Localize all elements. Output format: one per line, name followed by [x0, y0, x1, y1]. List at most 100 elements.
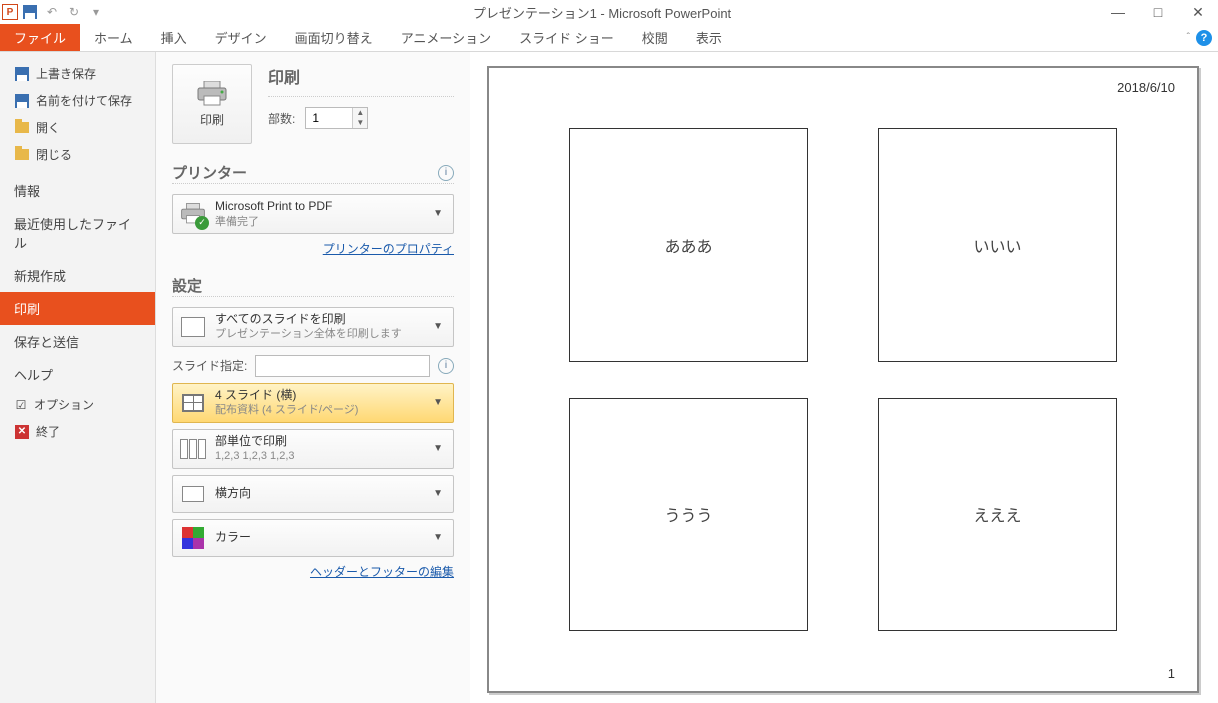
close-button[interactable]: ✕ [1178, 0, 1218, 24]
sidebar-saveas[interactable]: 名前を付けて保存 [0, 87, 155, 114]
spin-down-icon[interactable]: ▼ [353, 118, 367, 128]
sidebar-item-label: 情報 [14, 181, 40, 200]
separator [268, 96, 454, 97]
chevron-down-icon: ▼ [429, 321, 447, 332]
printer-name: Microsoft Print to PDF [215, 199, 421, 215]
sidebar-item-label: ヘルプ [14, 365, 53, 384]
print-range-dropdown[interactable]: すべてのスライドを印刷 プレゼンテーション全体を印刷します ▼ [172, 307, 454, 347]
backstage: 上書き保存 名前を付けて保存 開く 閉じる 情報 最近使用したファイル 新規作成… [0, 52, 1218, 703]
handout-4-icon [179, 389, 207, 417]
header-footer-link[interactable]: ヘッダーとフッターの編集 [310, 565, 454, 579]
slide-spec-label: スライド指定: [172, 357, 247, 374]
chevron-down-icon: ▼ [429, 397, 447, 408]
sidebar-item-label: 開く [36, 119, 60, 136]
sidebar-new[interactable]: 新規作成 [0, 259, 155, 292]
preview-page: 2018/6/10 1 あああ いいい ううう えええ [487, 66, 1199, 693]
orientation-value: 横方向 [215, 486, 421, 502]
help-icon[interactable]: ? [1196, 30, 1212, 46]
copies-input[interactable] [306, 111, 352, 125]
qat: P ↶ ↻ ▾ [0, 2, 106, 22]
tab-slideshow[interactable]: スライド ショー [505, 24, 628, 51]
collate-icon [179, 435, 207, 463]
sidebar-item-label: 終了 [36, 423, 60, 440]
slide-thumb: いいい [878, 128, 1117, 362]
print-panel: 印刷 印刷 部数: ▲▼ プリンター i ✓ [156, 52, 470, 703]
copies-label: 部数: [268, 110, 295, 127]
printer-icon [196, 81, 228, 107]
sidebar-save[interactable]: 上書き保存 [0, 60, 155, 87]
tab-transitions[interactable]: 画面切り替え [281, 24, 387, 51]
printer-dropdown[interactable]: ✓ Microsoft Print to PDF 準備完了 ▼ [172, 194, 454, 234]
ribbon-minimize-icon[interactable]: ˆ [1187, 32, 1190, 43]
slides-icon [179, 313, 207, 341]
printer-section-title: プリンター [172, 162, 438, 183]
collate-desc: 1,2,3 1,2,3 1,2,3 [215, 449, 421, 463]
print-preview: 2018/6/10 1 あああ いいい ううう えええ [470, 52, 1218, 703]
print-button-label: 印刷 [200, 111, 224, 128]
app-icon: P [2, 4, 18, 20]
layout-dropdown[interactable]: 4 スライド (横) 配布資料 (4 スライド/ページ) ▼ [172, 383, 454, 423]
color-dropdown[interactable]: カラー ▼ [172, 519, 454, 557]
sidebar-item-label: オプション [34, 396, 94, 413]
qat-redo[interactable]: ↻ [64, 2, 84, 22]
preview-page-number: 1 [1168, 666, 1175, 681]
sidebar-help[interactable]: ヘルプ [0, 358, 155, 391]
qat-customize[interactable]: ▾ [86, 2, 106, 22]
color-value: カラー [215, 530, 421, 546]
print-button[interactable]: 印刷 [172, 64, 252, 144]
chevron-down-icon: ▼ [429, 488, 447, 499]
printer-properties-link[interactable]: プリンターのプロパティ [323, 242, 454, 256]
tab-design[interactable]: デザイン [201, 24, 281, 51]
window-controls: — □ ✕ [1098, 0, 1218, 24]
collate-title: 部単位で印刷 [215, 434, 421, 450]
sidebar-info[interactable]: 情報 [0, 174, 155, 207]
slide-thumb: えええ [878, 398, 1117, 632]
tab-animations[interactable]: アニメーション [387, 24, 505, 51]
tab-review[interactable]: 校閲 [628, 24, 682, 51]
print-range-desc: プレゼンテーション全体を印刷します [215, 327, 421, 341]
sidebar-item-label: 名前を付けて保存 [36, 92, 132, 109]
qat-save[interactable] [20, 2, 40, 22]
sidebar-item-label: 上書き保存 [36, 65, 96, 82]
sidebar-item-label: 最近使用したファイル [14, 214, 141, 252]
preview-date: 2018/6/10 [1117, 80, 1175, 95]
sidebar-print[interactable]: 印刷 [0, 292, 155, 325]
tab-file[interactable]: ファイル [0, 24, 80, 51]
separator [172, 296, 454, 297]
collate-dropdown[interactable]: 部単位で印刷 1,2,3 1,2,3 1,2,3 ▼ [172, 429, 454, 469]
sidebar-item-label: 閉じる [36, 146, 72, 163]
titlebar: P ↶ ↻ ▾ プレゼンテーション1 - Microsoft PowerPoin… [0, 0, 1218, 24]
sidebar-close[interactable]: 閉じる [0, 141, 155, 168]
printer-status: 準備完了 [215, 215, 421, 229]
sidebar-recent[interactable]: 最近使用したファイル [0, 207, 155, 259]
layout-desc: 配布資料 (4 スライド/ページ) [215, 403, 421, 417]
tab-home[interactable]: ホーム [80, 24, 147, 51]
slide-spec-input[interactable] [255, 355, 430, 377]
print-title: 印刷 [268, 64, 454, 88]
sidebar-open[interactable]: 開く [0, 114, 155, 141]
color-icon [179, 524, 207, 552]
settings-section-title: 設定 [172, 275, 454, 296]
copies-spinbox[interactable]: ▲▼ [305, 107, 368, 129]
print-range-title: すべてのスライドを印刷 [215, 312, 421, 328]
info-icon[interactable]: i [438, 165, 454, 181]
slide-thumb: あああ [569, 128, 808, 362]
separator [172, 183, 454, 184]
chevron-down-icon: ▼ [429, 443, 447, 454]
tab-view[interactable]: 表示 [682, 24, 736, 51]
tab-insert[interactable]: 挿入 [147, 24, 201, 51]
status-ready-icon: ✓ [195, 216, 209, 230]
minimize-button[interactable]: — [1098, 0, 1138, 24]
sidebar-exit[interactable]: ✕終了 [0, 418, 155, 445]
maximize-button[interactable]: □ [1138, 0, 1178, 24]
sidebar-options[interactable]: ☑オプション [0, 391, 155, 418]
spin-up-icon[interactable]: ▲ [353, 108, 367, 118]
info-icon[interactable]: i [438, 358, 454, 374]
qat-undo[interactable]: ↶ [42, 2, 62, 22]
sidebar-save-send[interactable]: 保存と送信 [0, 325, 155, 358]
ribbon-tabs: ファイル ホーム 挿入 デザイン 画面切り替え アニメーション スライド ショー… [0, 24, 1218, 52]
slide-thumb: ううう [569, 398, 808, 632]
orientation-dropdown[interactable]: 横方向 ▼ [172, 475, 454, 513]
chevron-down-icon: ▼ [429, 532, 447, 543]
chevron-down-icon: ▼ [429, 208, 447, 219]
